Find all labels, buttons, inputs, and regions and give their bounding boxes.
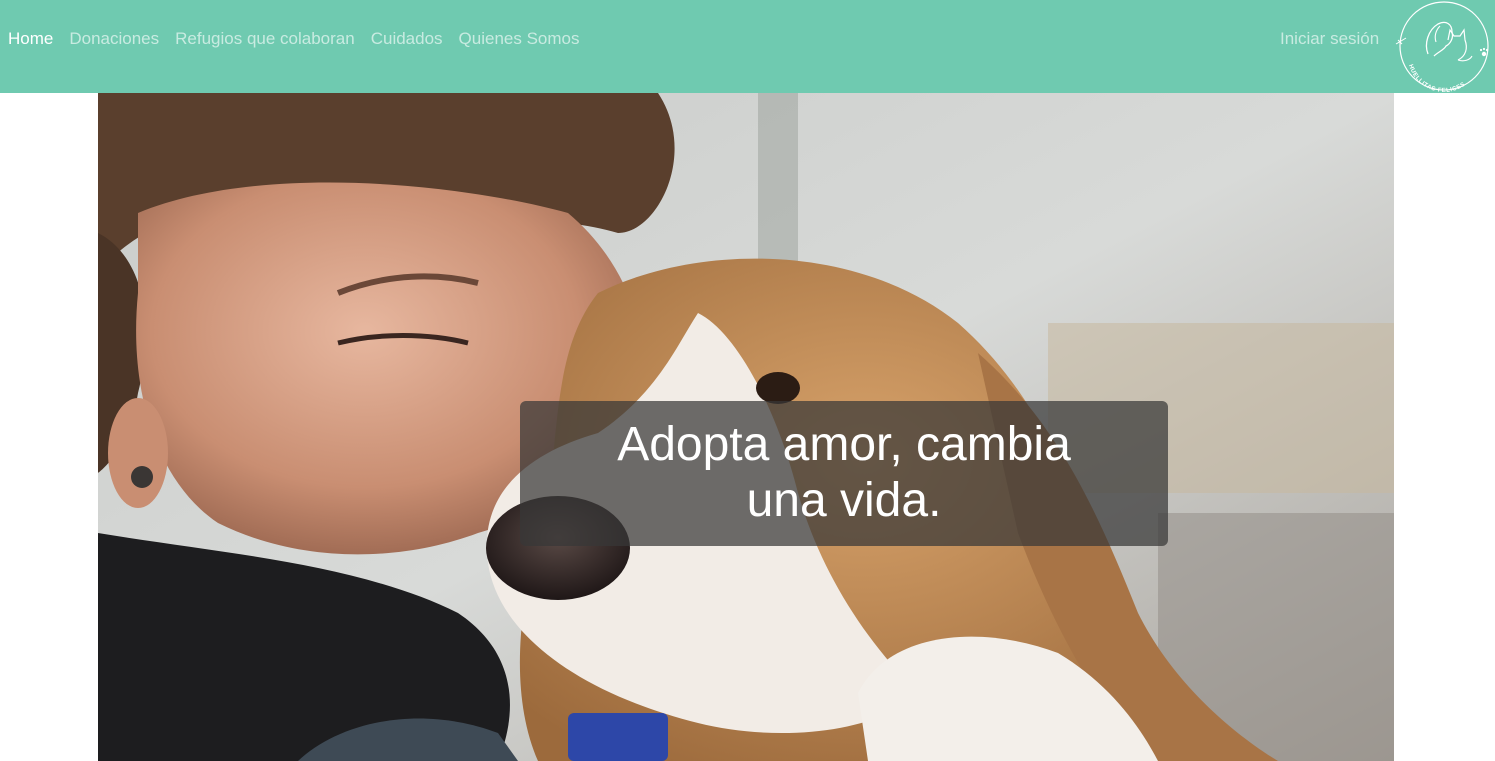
navbar: Home Donaciones Refugios que colaboran C… bbox=[0, 0, 1495, 94]
main-nav: Home Donaciones Refugios que colaboran C… bbox=[8, 28, 580, 50]
login-link[interactable]: Iniciar sesión bbox=[1280, 28, 1379, 50]
svg-text:HUELLITAS FELICES: HUELLITAS FELICES bbox=[1407, 64, 1467, 93]
nav-item-refugios[interactable]: Refugios que colaboran bbox=[175, 28, 355, 50]
hero-banner: Adopta amor, cambia una vida. bbox=[98, 93, 1394, 761]
hero-caption-line-1: Adopta amor, cambia bbox=[617, 418, 1071, 471]
nav-item-quienes-somos[interactable]: Quienes Somos bbox=[459, 28, 580, 50]
hero-caption: Adopta amor, cambia una vida. bbox=[520, 401, 1168, 546]
nav-item-cuidados[interactable]: Cuidados bbox=[371, 28, 443, 50]
nav-item-donaciones[interactable]: Donaciones bbox=[69, 28, 159, 50]
nav-item-home[interactable]: Home bbox=[8, 28, 53, 50]
logo[interactable]: HUELLITAS FELICES bbox=[1394, 0, 1492, 94]
hero-caption-line-2: una vida. bbox=[746, 474, 942, 527]
dog-and-cat-logo-icon: HUELLITAS FELICES bbox=[1395, 1, 1489, 94]
logo-text: HUELLITAS FELICES bbox=[1407, 64, 1466, 94]
